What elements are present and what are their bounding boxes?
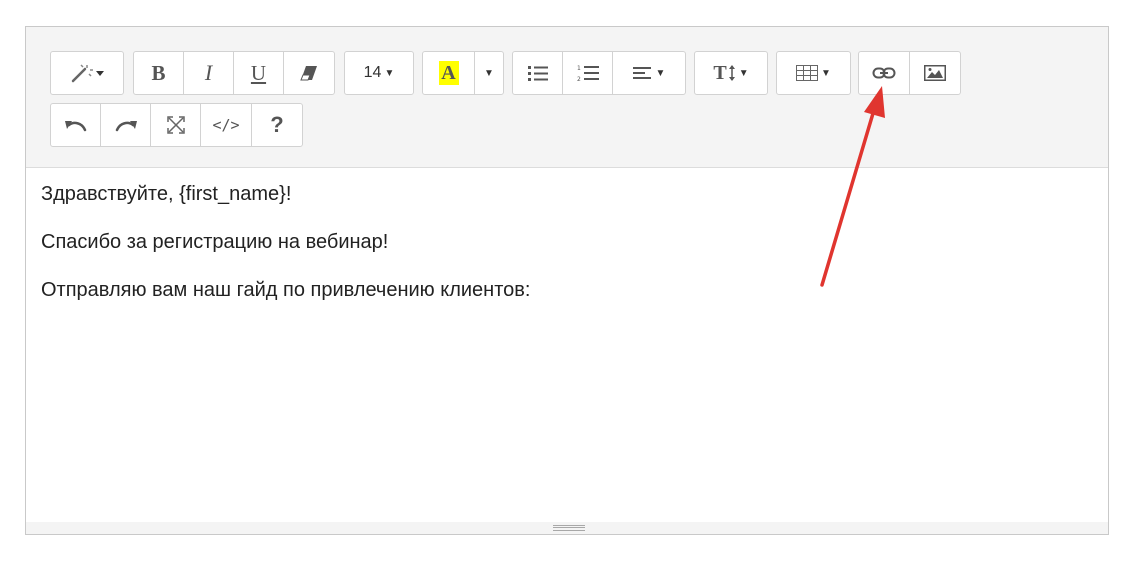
history-group: </> ? <box>50 103 303 147</box>
italic-icon: I <box>204 60 213 85</box>
code-icon: </> <box>212 116 240 134</box>
chevron-down-icon: ▼ <box>384 67 395 79</box>
ordered-list-icon: 1 2 <box>577 65 599 82</box>
chevron-down-icon: ▼ <box>738 67 749 79</box>
paragraph-group: 1 2 ▼ <box>512 51 686 95</box>
editor-content[interactable]: Здравствуйте, {first_name}! Спасибо за р… <box>41 182 1093 326</box>
insert-group <box>858 51 961 95</box>
color-dropdown-button[interactable]: ▼ <box>475 52 503 94</box>
redo-button[interactable] <box>101 104 151 146</box>
highlight-color-button[interactable]: A <box>423 52 475 94</box>
help-icon: ? <box>270 112 284 137</box>
chevron-down-icon: ▼ <box>821 67 831 79</box>
table-group: ▼ <box>776 51 851 95</box>
fullscreen-icon <box>166 116 185 134</box>
align-dropdown[interactable]: ▼ <box>613 52 685 94</box>
format-group: B I U <box>133 51 335 95</box>
svg-text:2: 2 <box>577 76 581 82</box>
rich-text-editor: B I U 14 ▼ A ▼ 1 2 ▼ T ▼ ▼ </> ? Здравст… <box>25 26 1109 535</box>
editor-toolbar: B I U 14 ▼ A ▼ 1 2 ▼ T ▼ ▼ </> ? <box>26 27 1108 168</box>
style-group <box>50 51 124 95</box>
magic-style-button[interactable] <box>51 52 123 94</box>
content-line-guide: Отправляю вам наш гайд по привлечению кл… <box>41 279 531 301</box>
color-group: A ▼ <box>422 51 504 95</box>
link-icon <box>872 67 896 79</box>
bullet-list-icon <box>527 66 548 81</box>
bold-button[interactable]: B <box>134 52 184 94</box>
align-left-icon <box>632 67 651 79</box>
highlight-color-icon: A <box>438 61 459 85</box>
undo-icon <box>64 121 86 132</box>
undo-button[interactable] <box>51 104 101 146</box>
font-size-group: 14 ▼ <box>344 51 414 95</box>
insert-image-button[interactable] <box>910 52 960 94</box>
text-size-group: T ▼ <box>694 51 768 95</box>
ordered-list-button[interactable]: 1 2 <box>563 52 613 94</box>
image-icon <box>924 65 946 81</box>
insert-link-button[interactable] <box>859 52 910 94</box>
redo-icon <box>115 121 137 132</box>
bullet-list-button[interactable] <box>513 52 563 94</box>
underline-button[interactable]: U <box>234 52 284 94</box>
vertical-arrows-icon <box>728 65 735 81</box>
content-line-greeting: Здравствуйте, {first_name}! <box>41 183 292 205</box>
line-height-dropdown[interactable]: T ▼ <box>695 52 767 94</box>
underline-icon: U <box>250 60 267 85</box>
resize-bar[interactable] <box>26 522 1108 534</box>
resize-grip-icon[interactable] <box>553 525 585 531</box>
help-button[interactable]: ? <box>252 104 302 146</box>
chevron-down-icon: ▼ <box>484 67 494 79</box>
code-view-button[interactable]: </> <box>201 104 252 146</box>
svg-text:1: 1 <box>577 65 581 72</box>
remove-format-button[interactable] <box>284 52 334 94</box>
font-size-dropdown[interactable]: 14 ▼ <box>345 52 413 94</box>
italic-button[interactable]: I <box>184 52 234 94</box>
font-size-value: 14 <box>363 64 382 81</box>
bold-icon: B <box>151 60 166 85</box>
table-dropdown[interactable]: ▼ <box>777 52 850 94</box>
magic-wand-icon <box>71 64 104 83</box>
fullscreen-button[interactable] <box>151 104 201 146</box>
chevron-down-icon: ▼ <box>655 67 666 79</box>
table-icon <box>796 65 819 81</box>
content-line-thanks: Спасибо за регистрацию на вебинар! <box>41 231 389 253</box>
text-height-icon: T <box>713 61 727 84</box>
eraser-icon <box>300 66 317 81</box>
